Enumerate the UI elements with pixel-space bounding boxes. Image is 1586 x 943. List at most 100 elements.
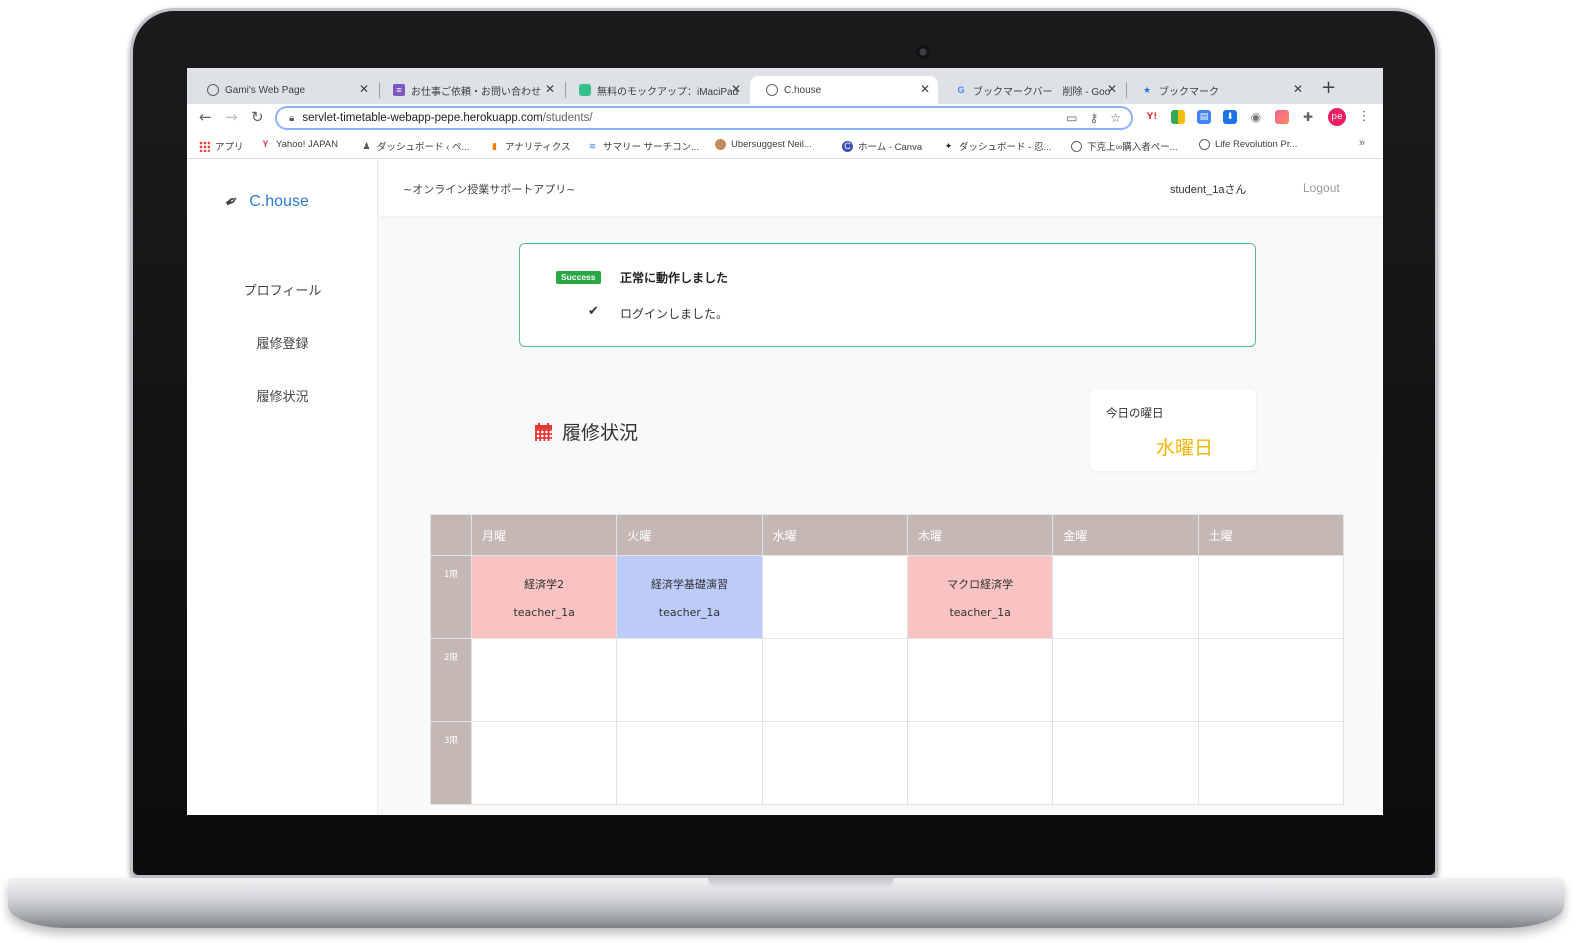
day-header: 金曜 [1052,514,1199,556]
sidebar-item-profile[interactable]: プロフィール [187,280,378,299]
menu-dots-icon[interactable]: ⋮ [1357,110,1371,124]
today-card: 今日の曜日 水曜日 [1090,389,1256,471]
success-alert: Success 正常に動作しました ✔ ログインしました。 [519,243,1256,347]
star-icon: ★ [1142,85,1152,95]
globe-icon [1199,139,1210,150]
empty-cell [906,638,1054,722]
close-icon[interactable]: ✕ [731,82,741,96]
today-value: 水曜日 [1156,437,1214,459]
class-teacher: teacher_1a [513,605,575,619]
bookmark-analytics[interactable]: ▮ アナリティクス [489,139,570,154]
bookmarks-overflow-icon[interactable]: » [1359,137,1365,149]
person-icon: ♟ [362,140,371,151]
corner-cell [430,514,472,556]
shuriken-icon: ✦ [944,140,953,151]
timetable-header-row: 月曜 火曜 水曜 木曜 金曜 土曜 [430,514,1345,556]
lock-icon: 🔒︎ [289,112,295,124]
page-title: 履修状況 [535,418,638,445]
bookmark-search-console[interactable]: ≋ サマリー サーチコン... [587,139,699,154]
class-cell[interactable]: 経済学2 teacher_1a [470,555,618,639]
cast-icon[interactable]: ▭ [1066,111,1077,125]
close-icon[interactable]: ✕ [920,82,930,96]
empty-cell [1052,721,1199,805]
search-console-icon: ≋ [588,140,597,151]
table-row: 1限 経済学2 teacher_1a 経済学基礎演習 teacher_1a マク… [430,555,1345,639]
close-icon[interactable]: ✕ [1293,82,1303,96]
globe-icon [1071,140,1082,152]
empty-cell [616,638,763,722]
camera-extension-icon[interactable]: ◉ [1249,110,1263,124]
globe-icon [766,84,778,96]
url-path: /students/ [542,112,593,124]
empty-cell [1052,638,1199,722]
key-icon[interactable]: ⚷ [1089,111,1098,125]
period-label: 1限 [430,555,472,639]
empty-cell [1197,638,1345,722]
close-icon[interactable]: ✕ [545,82,555,96]
browser-toolbar: ← → ↻ 🔒︎ servlet-timetable-webapp-pepe.h… [187,104,1383,132]
ubersuggest-icon [715,139,726,150]
back-icon[interactable]: ← [199,108,212,126]
class-cell[interactable]: 経済学基礎演習 teacher_1a [616,555,763,639]
bookmark-life-revolution[interactable]: Life Revolution Pr... [1199,139,1297,150]
reader-extension-icon[interactable]: ▤ [1197,110,1211,124]
sidebar-item-course-registration[interactable]: 履修登録 [187,333,378,352]
bookmark-gekokujo[interactable]: 下克上∞購入者ペー... [1071,139,1178,153]
puzzle-icon[interactable]: ✚ [1301,110,1315,124]
empty-cell [470,721,618,805]
brand[interactable]: ✒ C.house [221,190,309,214]
bookmark-dashboard-2[interactable]: ✦ ダッシュボード - 忍... [943,139,1052,154]
empty-cell [761,638,908,722]
class-cell[interactable]: マクロ経済学 teacher_1a [906,555,1054,639]
period-label: 3限 [430,721,472,805]
form-icon: ≡ [393,84,405,96]
pen-icon: ✒ [220,189,244,215]
sidebar: ✒ C.house プロフィール 履修登録 履修状況 [187,160,378,815]
download-extension-icon[interactable]: ⬇ [1223,110,1237,124]
profile-avatar[interactable]: pe [1328,108,1346,126]
forward-icon[interactable]: → [225,108,238,126]
day-header: 火曜 [616,514,763,556]
tab-contact[interactable]: ≡ お仕事ご依頼・お問い合わせ ✕ [377,76,563,104]
address-bar[interactable]: 🔒︎ servlet-timetable-webapp-pepe.herokua… [275,106,1133,130]
brand-name: C.house [249,193,309,210]
star-icon[interactable]: ☆ [1110,111,1121,125]
yahoo-extension-icon[interactable]: Y! [1145,110,1159,124]
color-extension-icon[interactable] [1275,110,1289,124]
camera-icon [916,45,930,59]
tab-mockup[interactable]: 無料のモックアップ：iMaciPad ✕ [563,76,749,104]
user-name: student_1aさん [1170,184,1247,196]
globe-icon [207,84,219,96]
bookmark-dashboard-1[interactable]: ♟ ダッシュボード ‹ ペ... [361,139,469,154]
browser-window: Gami's Web Page ✕ ≡ お仕事ご依頼・お問い合わせ ✕ 無料のモ… [187,68,1383,815]
bookmark-apps[interactable]: アプリ [199,139,244,153]
table-row: 3限 [430,721,1345,805]
bookmark-canva[interactable]: C ホーム - Canva [842,139,922,153]
close-icon[interactable]: ✕ [359,82,369,96]
alert-title: 正常に動作しました [620,271,729,285]
calendar-icon [535,422,552,441]
bookmark-yahoo[interactable]: Y Yahoo! JAPAN [260,139,337,150]
app-subtitle: ~オンライン授業サポートアプリ~ [403,183,576,196]
google-extension-icon[interactable] [1171,110,1185,124]
class-name: 経済学基礎演習 [650,577,728,591]
tab-bookmarks[interactable]: ★ ブックマーク ✕ [1125,76,1311,104]
url-host: servlet-timetable-webapp-pepe.herokuapp.… [302,112,543,124]
day-header: 月曜 [470,514,618,556]
new-tab-button[interactable]: + [1321,77,1336,98]
success-badge: Success [556,271,601,284]
logout-link[interactable]: Logout [1303,181,1340,195]
class-name: マクロ経済学 [947,577,1014,591]
empty-cell [1197,721,1345,805]
tab-chouse[interactable]: C.house ✕ [750,76,938,104]
reload-icon[interactable]: ↻ [251,108,264,126]
tab-gami[interactable]: Gami's Web Page ✕ [191,76,377,104]
class-teacher: teacher_1a [658,605,721,619]
close-icon[interactable]: ✕ [1107,82,1117,96]
mockup-icon [579,84,591,96]
bookmark-ubersuggest[interactable]: Ubersuggest Neil... [715,139,812,150]
empty-cell [470,638,618,722]
bookmarks-bar: アプリ Y Yahoo! JAPAN ♟ ダッシュボード ‹ ペ... ▮ アナ… [187,132,1383,159]
sidebar-item-course-status[interactable]: 履修状況 [187,386,378,405]
tab-bookmarkbar-delete[interactable]: G ブックマークバー 削除 - Goo ✕ [939,76,1125,104]
